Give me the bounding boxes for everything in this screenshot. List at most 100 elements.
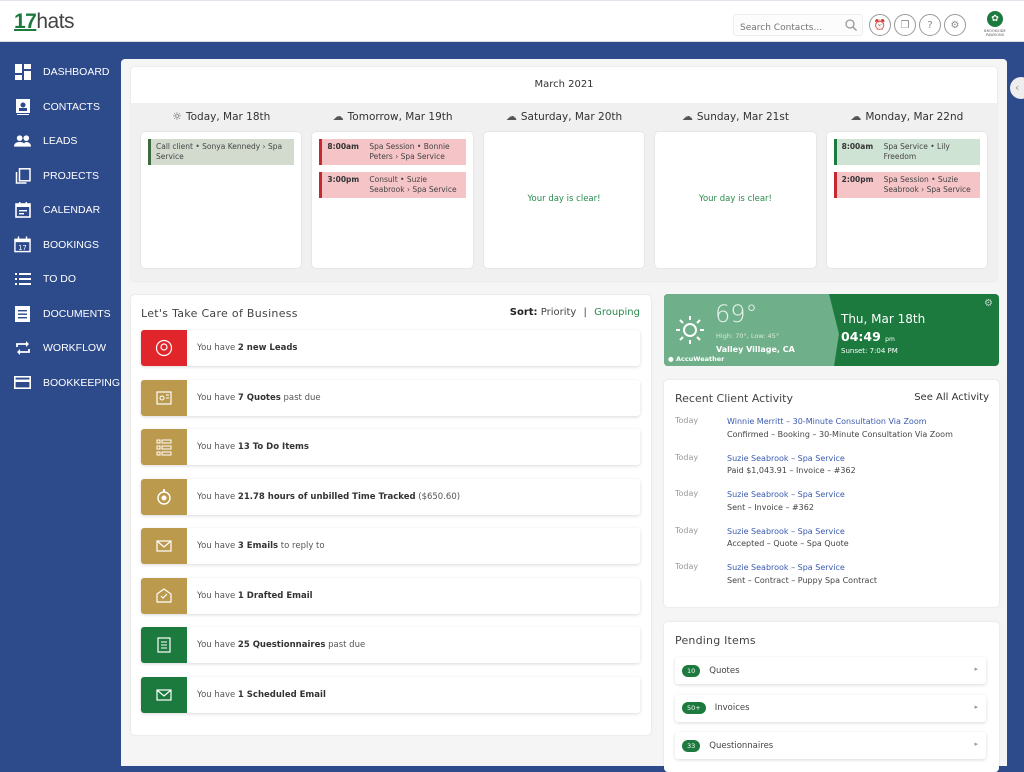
calendar-event[interactable]: 8:00am Spa Service • Lily Freedom — [833, 139, 981, 165]
high-low: High: 70°, Low: 45° — [716, 332, 780, 340]
collapse-panel-button[interactable]: ‹ — [1010, 77, 1024, 99]
task-item[interactable]: You have 13 To Do Items — [141, 429, 640, 465]
documents-icon[interactable]: ❐ — [894, 14, 916, 36]
calendar-icon — [14, 202, 31, 219]
search-box — [733, 14, 863, 38]
sidebar-item-bookkeeping[interactable]: BOOKKEEPING — [0, 366, 120, 401]
sort-priority[interactable]: Priority — [541, 307, 577, 318]
alarm-clock-icon[interactable]: ⏰ — [869, 14, 891, 36]
activity-date: Today — [675, 489, 699, 498]
business-panel: Let's Take Care of Business Sort: Priori… — [131, 295, 651, 735]
calendar-day: ☁ Tomorrow, Mar 19th 8:00am Spa Session • B… — [311, 103, 474, 269]
weather-icon: ☁ — [850, 110, 862, 123]
activity-link[interactable]: Winnie Merritt – 30-Minute Consultation … — [727, 416, 953, 429]
pending-item[interactable]: 10 Quotes ▸ — [675, 657, 986, 684]
task-text: You have 21.78 hours of unbilled Time Tr… — [187, 479, 460, 515]
sidebar-item-dashboard[interactable]: DASHBOARD — [0, 55, 120, 90]
lead-icon — [155, 339, 173, 357]
weather-settings-icon[interactable]: ⚙ — [984, 298, 993, 309]
sidebar-item-label: BOOKINGS — [43, 238, 100, 251]
day-label: Today, Mar 18th — [185, 111, 271, 123]
task-item[interactable]: You have 25 Questionnaires past due — [141, 627, 640, 663]
account-brand[interactable]: ✿ BROOKSIDE PAWSONS — [975, 11, 1015, 37]
task-text: You have 3 Emails to reply to — [187, 528, 325, 564]
task-item[interactable]: You have 1 Scheduled Email — [141, 676, 640, 713]
sidebar-item-todo[interactable]: TO DO — [0, 262, 120, 297]
dashboard-content: March 2021 ☼ Today, Mar 18th Call client •… — [121, 59, 1007, 772]
activity-link[interactable]: Suzie Seabrook – Spa Service — [727, 489, 845, 502]
sidebar-item-label: BOOKKEEPING — [43, 376, 121, 389]
event-time: 2:00pm — [841, 175, 874, 184]
pending-title: Pending Items — [675, 634, 756, 647]
accuweather-logo: ● AccuWeather — [668, 355, 725, 363]
task-item[interactable]: You have 2 new Leads — [141, 330, 640, 366]
pending-item[interactable]: 50+ Invoices ▸ — [675, 695, 986, 722]
quote-icon — [156, 390, 172, 405]
time-value: 04:49 — [841, 329, 881, 344]
day-clear-message: Your day is clear! — [698, 194, 772, 204]
task-item[interactable]: You have 7 Quotes past due — [141, 379, 640, 416]
sidebar-item-bookings[interactable]: 17 BOOKINGS — [0, 228, 120, 263]
current-time: 04:49 pm — [841, 329, 895, 344]
task-item[interactable]: You have 21.78 hours of unbilled Time Tr… — [141, 478, 640, 515]
calendar-event[interactable]: 8:00am Spa Session • Bonnie Peters › Spa … — [319, 139, 466, 165]
sidebar-item-label: CONTACTS — [43, 100, 100, 113]
chevron-right-icon: ▸ — [974, 665, 978, 673]
task-icon-box — [141, 577, 187, 614]
activity-item: Today Suzie Seabrook – Spa Service Paid $1… — [675, 453, 995, 490]
day-events: 8:00am Spa Session • Bonnie Peters › Spa … — [311, 131, 474, 269]
task-text: You have 2 new Leads — [187, 330, 297, 366]
calendar-day: ☁ Sunday, Mar 21st Your day is clear! — [654, 103, 817, 269]
task-item[interactable]: You have 3 Emails to reply to — [141, 528, 640, 564]
calendar-event[interactable]: Call client • Sonya Kennedy › Spa Servic… — [148, 139, 295, 165]
dashboard-icon — [14, 64, 31, 81]
pending-item[interactable]: 33 Questionnaires ▸ — [675, 732, 986, 759]
logo[interactable]: 17hats — [14, 10, 75, 34]
activity-date: Today — [675, 452, 699, 462]
task-pre: You have — [197, 343, 238, 353]
sidebar-item-leads[interactable]: LEADS — [0, 124, 120, 159]
search-input[interactable] — [734, 18, 834, 38]
activity-lines: Suzie Seabrook – Spa Service Accepted – Q… — [727, 526, 849, 563]
day-title: ☁ Sunday, Mar 21st — [654, 103, 816, 131]
activity-lines: Suzie Seabrook – Spa Service Sent – Invoi… — [727, 489, 845, 526]
activity-lines: Suzie Seabrook – Spa Service Sent – Contr… — [727, 562, 877, 599]
event-time: 3:00pm — [327, 175, 360, 184]
activity-item: Today Winnie Merritt – 30-Minute Consulta… — [675, 416, 995, 453]
sunset-time: Sunset: 7:04 PM — [841, 347, 898, 355]
task-pre: You have — [197, 491, 238, 502]
help-icon[interactable]: ? — [919, 14, 941, 36]
projects-icon — [14, 167, 31, 184]
sun-icon — [676, 316, 704, 344]
activity-link[interactable]: Suzie Seabrook – Spa Service — [727, 562, 877, 575]
day-events: Your day is clear! — [482, 131, 646, 269]
sidebar-item-calendar[interactable]: CALENDAR — [0, 193, 120, 228]
task-item[interactable]: You have 1 Drafted Email — [141, 577, 640, 614]
event-text: Spa Session • Bonnie Peters › Spa Servic… — [369, 142, 450, 161]
gear-icon[interactable]: ⚙ — [944, 14, 966, 36]
sort-grouping[interactable]: Grouping — [594, 307, 640, 318]
search-icon[interactable] — [844, 18, 858, 32]
sidebar-item-contacts[interactable]: CONTACTS — [0, 90, 120, 125]
see-all-activity-link[interactable]: See All Activity — [914, 392, 989, 403]
task-highlight: 21.78 hours of unbilled Time Tracked — [237, 491, 416, 502]
sidebar-item-workflow[interactable]: WORKFLOW — [0, 331, 120, 366]
sidebar-item-projects[interactable]: PROJECTS — [0, 159, 120, 194]
sidebar-item-documents[interactable]: DOCUMENTS — [0, 297, 120, 332]
activity-date: Today — [675, 562, 699, 571]
activity-link[interactable]: Suzie Seabrook – Spa Service — [727, 453, 856, 466]
calendar-event[interactable]: 2:00pm Spa Session • Suzie Seabrook › Spa… — [833, 172, 981, 198]
weather-provider: AccuWeather — [675, 355, 725, 363]
calendar-event[interactable]: 3:00pm Consult • Suzie Seabrook › Spa Ser… — [319, 172, 466, 198]
workflow-icon — [14, 340, 31, 357]
calendar-day: ☁ Monday, Mar 22nd 8:00am Spa Service • Lil… — [825, 103, 989, 269]
chevron-right-icon: ▸ — [974, 740, 978, 748]
task-pre: You have — [197, 392, 238, 403]
activity-link[interactable]: Suzie Seabrook – Spa Service — [727, 526, 849, 539]
questionnaire-icon — [157, 637, 171, 653]
weather-icon: ☁ — [332, 110, 344, 123]
logo-text: hats — [36, 10, 75, 33]
weather-icon: ☁ — [505, 110, 517, 123]
event-text: Call client • Sonya Kennedy › Spa Servic… — [156, 142, 283, 161]
event-text: Consult • Suzie Seabrook › Spa Service — [369, 175, 457, 194]
